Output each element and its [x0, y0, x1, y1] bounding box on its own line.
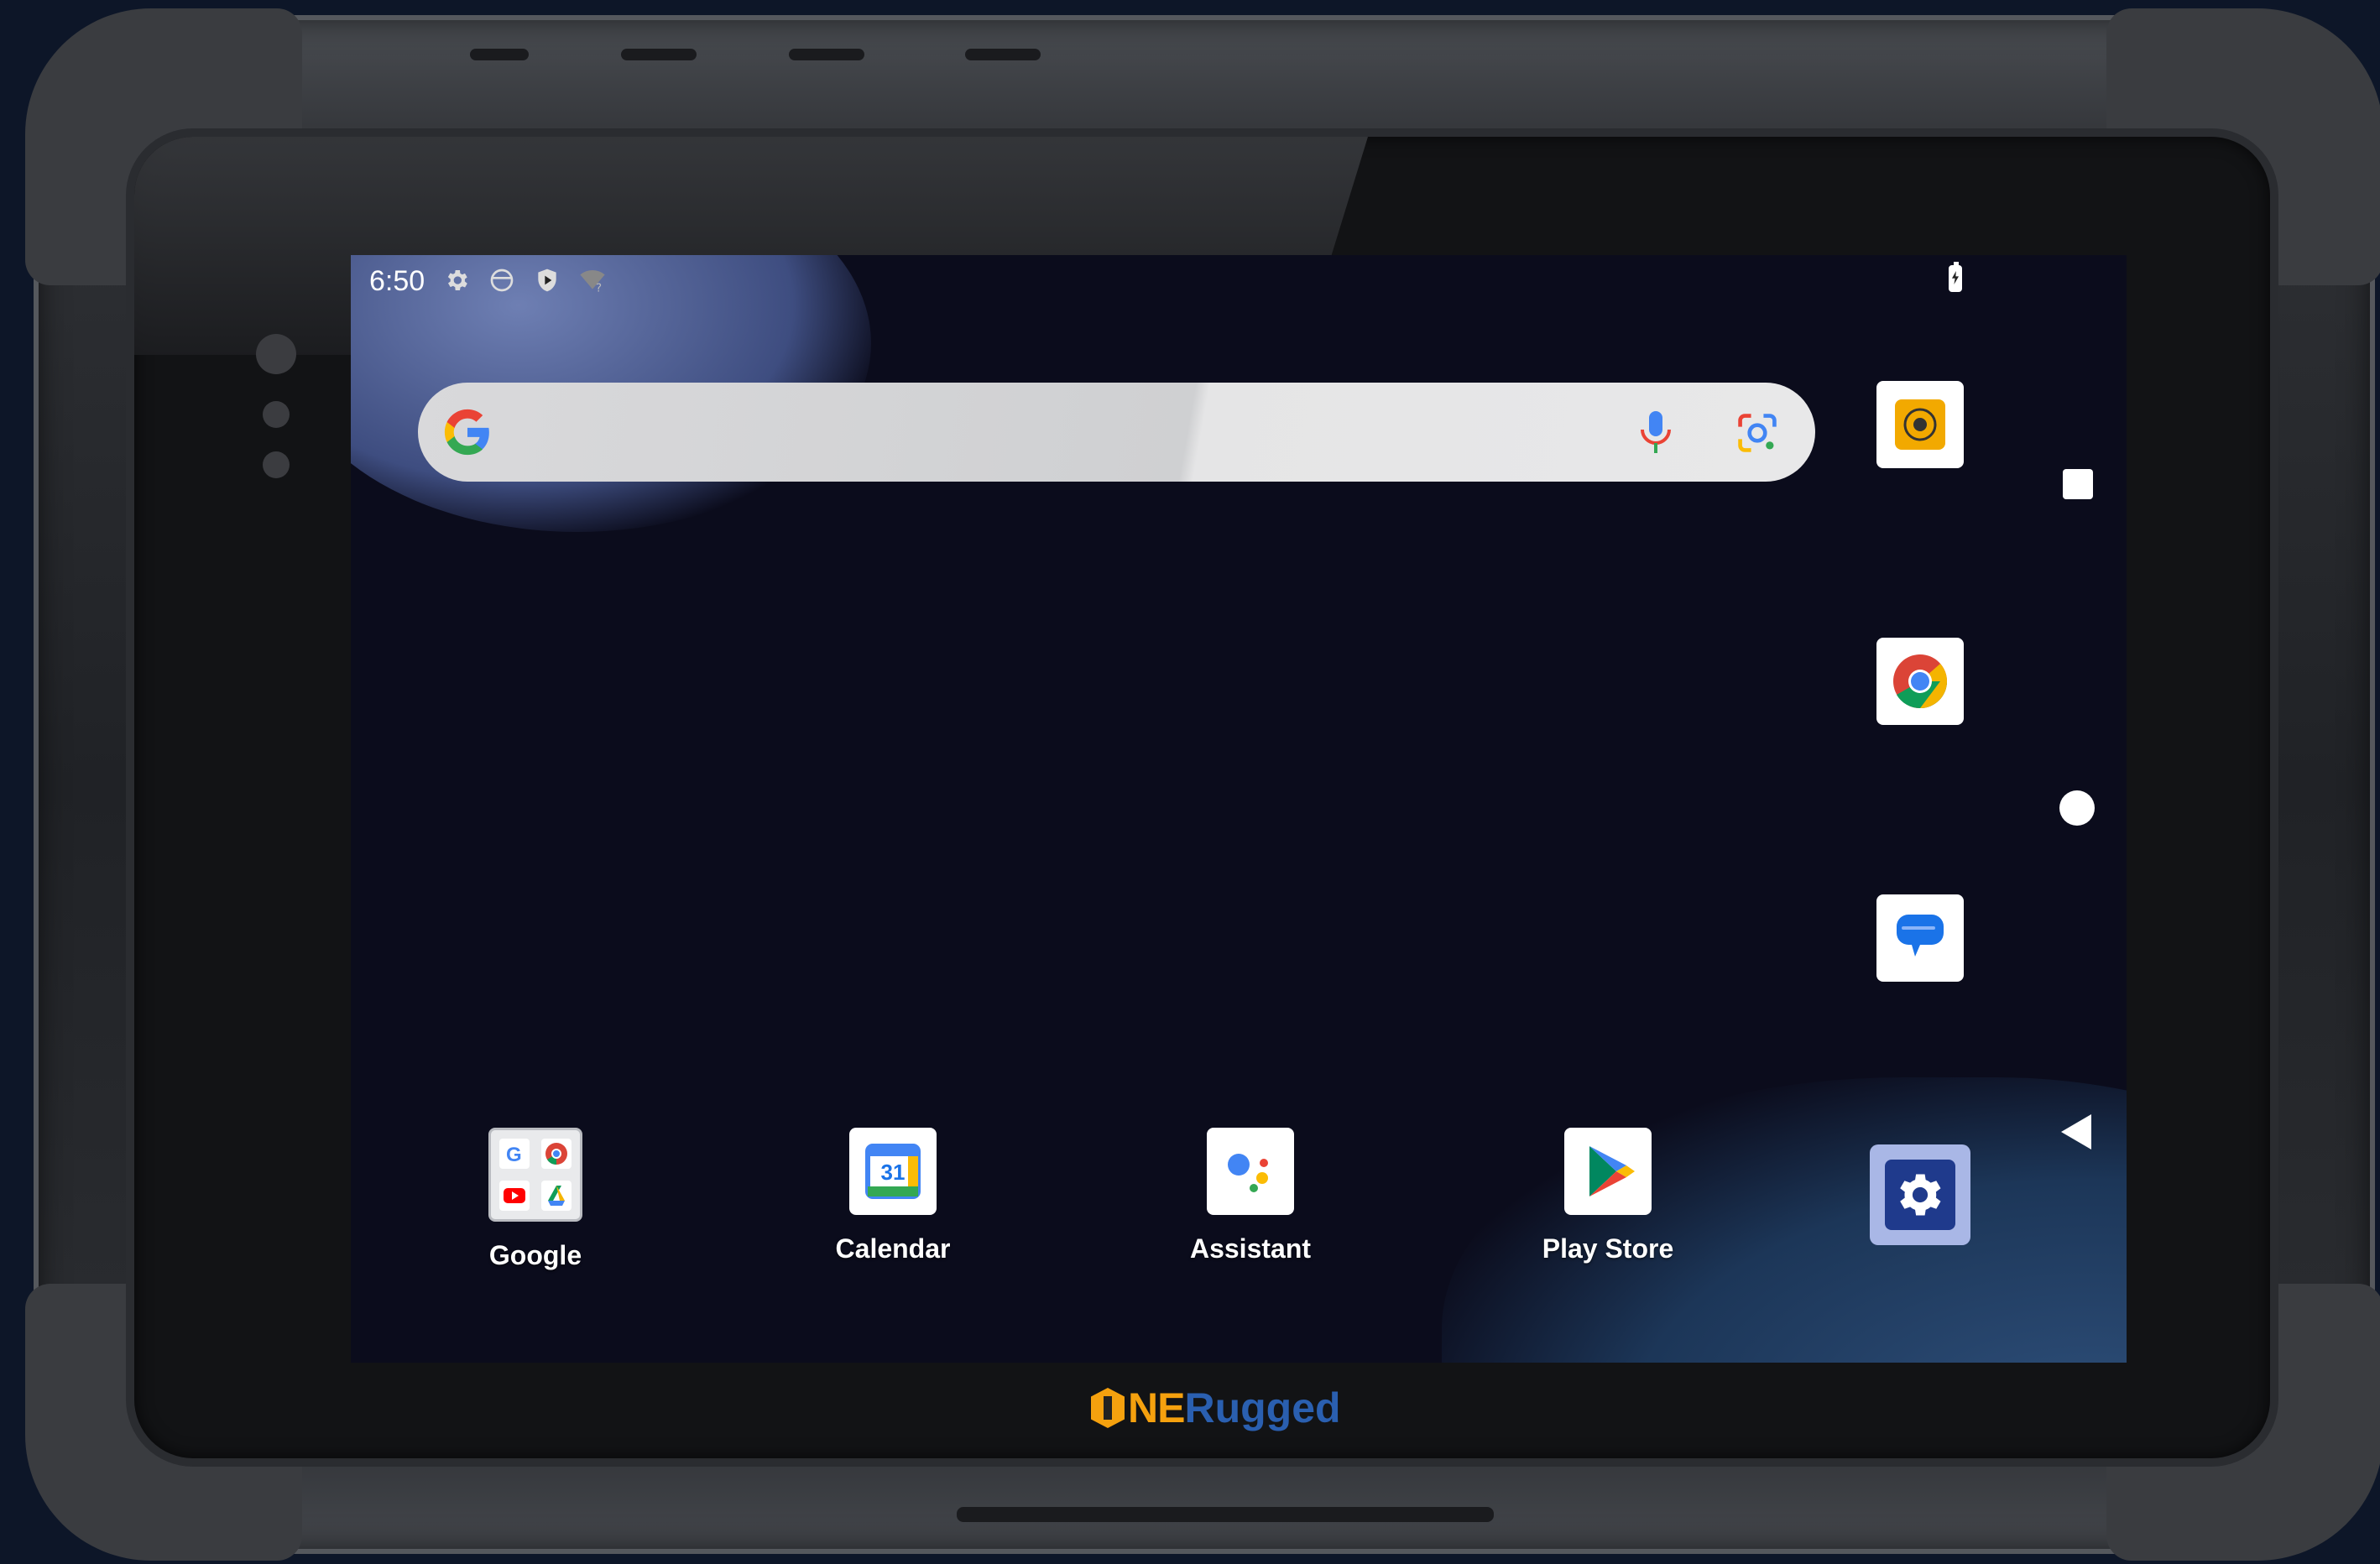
settings-gear-icon [1900, 1174, 1941, 1216]
svg-text:G: G [506, 1144, 522, 1166]
dock-app-calendar[interactable]: 31 Calendar [809, 1128, 977, 1264]
wifi-unknown-icon: ? [580, 269, 605, 294]
android-home-screen: 6:50 ? G Google 31 Calendar Assistant Pl… [351, 255, 2127, 1363]
vpn-globe-icon [490, 268, 514, 292]
play-store-icon [1564, 1128, 1652, 1215]
recents-button[interactable] [2063, 469, 2093, 499]
home-button[interactable] [2059, 790, 2095, 826]
bottom-connector [957, 1507, 1494, 1522]
shield-play-icon [538, 268, 556, 292]
dock-app-assistant[interactable]: Assistant [1167, 1128, 1334, 1264]
dock-app-google[interactable]: G Google [451, 1128, 619, 1271]
drive-mini-icon [541, 1181, 572, 1211]
dock-label: Assistant [1189, 1233, 1312, 1264]
dock-label: Play Store [1542, 1233, 1674, 1264]
google-mini-icon: G [499, 1139, 530, 1169]
proximity-sensor [263, 451, 290, 478]
tablet-device: 6:50 ? G Google 31 Calendar Assistant Pl… [25, 8, 2380, 1561]
light-sensor [263, 401, 290, 428]
camera-app[interactable] [1876, 381, 1964, 468]
google-search-bar[interactable] [418, 383, 1815, 482]
assistant-icon [1207, 1128, 1294, 1215]
status-clock: 6:50 [369, 265, 425, 297]
chrome-app[interactable] [1876, 638, 1964, 725]
calendar-icon: 31 [849, 1128, 937, 1215]
settings-app[interactable] [1870, 1144, 1970, 1245]
battery-charging-icon [1949, 262, 1962, 292]
messages-app[interactable] [1876, 894, 1964, 982]
chrome-icon [1893, 654, 1947, 709]
top-port [470, 49, 529, 60]
svg-text:?: ? [596, 282, 602, 294]
dock-app-play-store[interactable]: Play Store [1524, 1128, 1692, 1264]
top-port [621, 49, 697, 60]
settings-icon [447, 270, 467, 290]
youtube-mini-icon [499, 1181, 530, 1211]
google-folder-icon: G [488, 1128, 582, 1222]
camera-shutter-icon [1895, 399, 1945, 450]
status-bar[interactable]: 6:50 ? [351, 255, 2127, 305]
front-camera [256, 334, 296, 374]
dock-label: Calendar [835, 1233, 951, 1264]
brand-mark-icon [1091, 1388, 1125, 1428]
dock-label: Google [488, 1240, 582, 1270]
calendar-day: 31 [880, 1160, 906, 1185]
brand-logo: NE Rugged [1091, 1383, 1341, 1433]
google-g-icon [444, 409, 489, 456]
chrome-mini-icon [541, 1139, 572, 1169]
brand-name-part2: Rugged [1184, 1384, 1341, 1431]
top-port [789, 49, 864, 60]
google-lens-icon[interactable] [1735, 411, 1780, 455]
top-port [965, 49, 1041, 60]
messages-icon [1897, 915, 1944, 957]
brand-name-part1: NE [1128, 1384, 1185, 1431]
mic-icon[interactable] [1639, 409, 1673, 456]
